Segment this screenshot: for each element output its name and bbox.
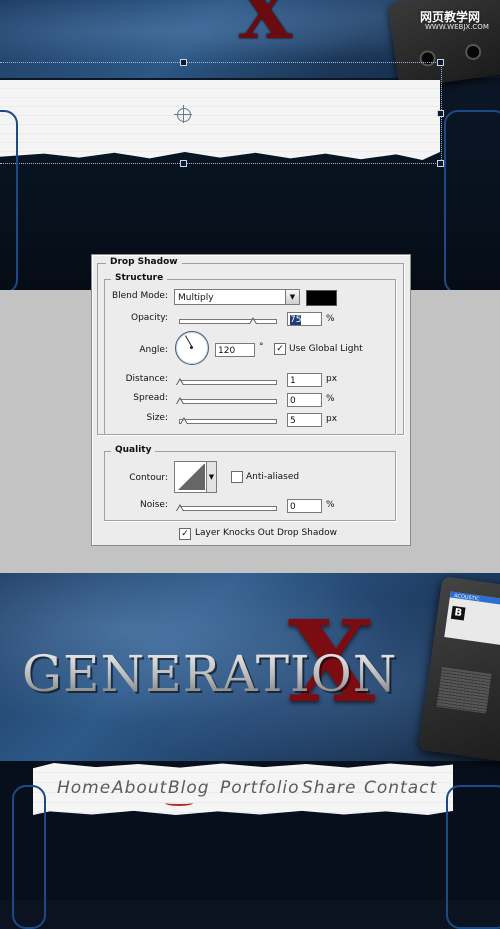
nav-contact[interactable]: Contact — [364, 778, 437, 798]
distance-label: Distance: — [125, 374, 168, 384]
cassette-side: B — [450, 605, 466, 621]
cassette-hole — [464, 42, 483, 62]
size-input[interactable]: 5 — [287, 413, 322, 427]
chevron-down-icon: ▼ — [285, 290, 299, 304]
anti-aliased-label: Anti-aliased — [246, 472, 300, 482]
content-frame-right — [444, 110, 500, 294]
size-unit: px — [326, 414, 338, 424]
nav-active-underline — [165, 800, 193, 806]
distance-slider-thumb[interactable] — [176, 378, 184, 385]
transform-handle-right[interactable] — [437, 110, 444, 117]
angle-input[interactable]: 120 — [215, 343, 255, 357]
angle-unit: ° — [259, 342, 264, 352]
distance-slider-track[interactable] — [179, 380, 277, 385]
watermark-url: WWW.WEBJX.COM — [425, 23, 489, 31]
torn-paper-layer[interactable] — [0, 80, 440, 160]
content-frame-right — [446, 785, 500, 929]
spread-value: 0 — [290, 396, 296, 406]
transform-bound-bottom — [0, 163, 442, 164]
transform-handle-bottom[interactable] — [180, 160, 187, 167]
blend-mode-label: Blend Mode: — [111, 291, 168, 301]
use-global-light-label: Use Global Light — [289, 344, 363, 354]
opacity-input[interactable]: 75 — [287, 312, 322, 326]
blend-mode-select[interactable]: Multiply ▼ — [174, 289, 300, 305]
blend-mode-value: Multiply — [178, 293, 214, 303]
contour-label: Contour: — [129, 473, 168, 483]
reference-point-icon[interactable] — [174, 105, 192, 123]
quality-legend: Quality — [111, 445, 156, 455]
transform-handle-top[interactable] — [180, 59, 187, 66]
spread-label: Spread: — [133, 393, 168, 403]
distance-value: 1 — [290, 376, 296, 386]
nav-share[interactable]: Share — [302, 778, 356, 798]
angle-dial-center — [190, 346, 193, 349]
nav-home[interactable]: Home — [57, 778, 111, 798]
structure-legend: Structure — [111, 273, 168, 283]
canvas-top: X 网页教学网 WWW.WEBJX.COM — [0, 0, 500, 294]
use-global-light-checkbox[interactable]: ✓ — [274, 343, 286, 355]
content-frame-left — [12, 785, 46, 929]
angle-dial[interactable] — [175, 331, 209, 365]
transform-bound-top — [0, 62, 442, 63]
spread-slider-track[interactable] — [179, 399, 277, 404]
spread-slider-thumb[interactable] — [176, 397, 184, 404]
drop-shadow-dialog: Drop Shadow Structure Blend Mode: Multip… — [91, 254, 411, 546]
angle-value: 120 — [218, 346, 236, 356]
size-slider-track[interactable] — [179, 419, 277, 424]
contour-preview-icon — [177, 464, 205, 490]
opacity-slider-track[interactable] — [179, 319, 277, 324]
noise-unit: % — [326, 500, 335, 510]
chevron-down-icon[interactable]: ▼ — [206, 461, 217, 493]
spread-input[interactable]: 0 — [287, 393, 322, 407]
size-label: Size: — [146, 413, 168, 423]
noise-label: Noise: — [140, 500, 168, 510]
contour-picker[interactable] — [174, 461, 208, 493]
noise-slider-track[interactable] — [179, 506, 277, 511]
noise-slider-thumb[interactable] — [176, 504, 184, 511]
transform-handle-bottom-right[interactable] — [437, 160, 444, 167]
logo-x-letter-top: X — [238, 0, 293, 55]
cassette-hole — [418, 49, 437, 68]
nav-blog[interactable]: Blog — [168, 778, 210, 798]
cassette-grille — [436, 666, 492, 714]
layer-knocks-out-checkbox[interactable]: ✓ — [179, 528, 191, 540]
shadow-color-swatch[interactable] — [306, 290, 337, 306]
distance-input[interactable]: 1 — [287, 373, 322, 387]
website-preview: X GENERATION GENERATION ACOUSTIC B Home … — [0, 573, 500, 929]
anti-aliased-checkbox[interactable] — [231, 471, 243, 483]
nav-portfolio[interactable]: Portfolio — [220, 778, 300, 798]
layer-knocks-out-label: Layer Knocks Out Drop Shadow — [195, 528, 337, 538]
distance-unit: px — [326, 374, 338, 384]
nav-about[interactable]: About — [112, 778, 167, 798]
size-slider-thumb[interactable] — [180, 417, 188, 424]
angle-label: Angle: — [139, 345, 168, 355]
opacity-label: Opacity: — [131, 313, 168, 323]
spread-unit: % — [326, 394, 335, 404]
opacity-value: 75 — [290, 315, 302, 325]
transform-handle-top-right[interactable] — [437, 59, 444, 66]
logo-text: GENERATION — [22, 645, 398, 703]
noise-value: 0 — [290, 502, 296, 512]
size-value: 5 — [290, 416, 296, 426]
noise-input[interactable]: 0 — [287, 499, 322, 513]
dialog-title: Drop Shadow — [106, 257, 182, 267]
content-frame-left — [0, 110, 18, 294]
opacity-unit: % — [326, 314, 335, 324]
opacity-slider-thumb[interactable] — [249, 317, 257, 324]
